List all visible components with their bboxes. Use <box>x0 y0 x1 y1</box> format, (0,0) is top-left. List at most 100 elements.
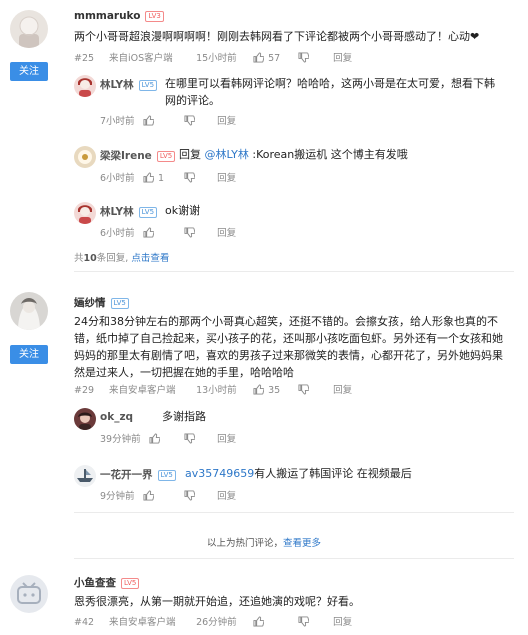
follow-button[interactable]: 关注 <box>10 345 48 364</box>
reply-body: :Korean搬运机 这个博主有发哦 <box>252 148 408 161</box>
thumbs-down-icon[interactable] <box>184 433 196 444</box>
level-badge: LV5 <box>156 151 176 162</box>
like-count: 1 <box>158 173 165 184</box>
avatar[interactable] <box>74 408 96 430</box>
reply-button[interactable]: 回复 <box>333 614 352 628</box>
username-text[interactable]: 梁梁Irene <box>100 150 152 162</box>
avatar[interactable] <box>74 202 96 224</box>
avatar[interactable] <box>74 75 96 97</box>
level-badge: LV5 <box>138 80 158 91</box>
view-more-link[interactable]: 查看更多 <box>283 535 321 549</box>
dislike-button[interactable] <box>184 227 214 239</box>
reply-button[interactable]: 回复 <box>217 170 236 184</box>
thumbs-down-icon[interactable] <box>184 172 196 183</box>
thumbs-up-icon[interactable] <box>143 227 155 238</box>
like-button[interactable]: 57 <box>253 52 295 64</box>
reply-body: 有人搬运了韩国评论 在视频最后 <box>254 467 412 480</box>
username-text[interactable]: 林LY林 <box>100 206 134 218</box>
timestamp: 15小时前 <box>196 53 237 64</box>
more-suffix: 条回复, <box>96 253 129 264</box>
username[interactable]: 小鱼查查 LV5 <box>74 575 140 590</box>
reply-username[interactable]: ok_zq <box>100 411 133 423</box>
timestamp: 6小时前 <box>100 173 135 184</box>
thumbs-up-icon[interactable] <box>253 384 265 395</box>
like-button[interactable] <box>143 227 181 239</box>
reply-button[interactable]: 回复 <box>217 431 236 445</box>
level-badge: LV5 <box>157 470 176 481</box>
view-more-replies: 共10条回复, 点击查看 <box>74 250 169 264</box>
thumbs-down-icon[interactable] <box>184 115 196 126</box>
reply-username[interactable]: 梁梁Irene LV5 <box>100 148 176 163</box>
reply-text: av35749659有人搬运了韩国评论 在视频最后 <box>185 465 412 482</box>
like-button[interactable] <box>143 115 181 127</box>
thumbs-down-icon[interactable] <box>298 384 310 395</box>
thumbs-up-icon[interactable] <box>143 115 155 126</box>
username-text[interactable]: 婳纱情 <box>74 297 106 309</box>
timestamp: 7小时前 <box>100 116 135 127</box>
avatar[interactable] <box>10 10 48 48</box>
reply-text: ok谢谢 <box>165 204 201 217</box>
follow-button[interactable]: 关注 <box>10 62 48 81</box>
reply-button[interactable]: 回复 <box>333 382 352 396</box>
timestamp: 9分钟前 <box>100 491 135 502</box>
like-button[interactable] <box>143 490 181 502</box>
thumbs-down-icon[interactable] <box>298 616 310 627</box>
thumbs-down-icon[interactable] <box>184 227 196 238</box>
thumbs-up-icon[interactable] <box>253 52 265 63</box>
dislike-button[interactable] <box>298 616 330 628</box>
avatar[interactable] <box>10 575 48 613</box>
username-text[interactable]: mmmaruko <box>74 10 140 22</box>
timestamp: 26分钟前 <box>196 617 237 628</box>
like-count: 35 <box>268 385 281 396</box>
username-text[interactable]: 林LY林 <box>100 79 134 91</box>
like-count: 57 <box>268 53 281 64</box>
reply-button[interactable]: 回复 <box>217 113 236 127</box>
like-button[interactable] <box>149 433 181 445</box>
comment-meta: #25 来自iOS客户端 15小时前 57 回复 <box>74 50 352 64</box>
thumbs-up-icon[interactable] <box>149 433 161 444</box>
like-button[interactable]: 1 <box>143 172 181 184</box>
username[interactable]: mmmaruko LV3 <box>74 10 164 22</box>
comment-text: 两个小哥哥超浪漫啊啊啊啊！刚刚去韩网看了下评论都被两个小哥哥感动了！心动❤ <box>74 30 480 43</box>
reply-button[interactable]: 回复 <box>217 488 236 502</box>
reply-username[interactable]: 一花开一界 LV5 <box>100 467 176 482</box>
thumbs-down-icon[interactable] <box>298 52 310 63</box>
thumbs-down-icon[interactable] <box>184 490 196 501</box>
avatar[interactable] <box>10 292 48 330</box>
reply-meta: 6小时前 回复 <box>100 225 236 239</box>
reply-username[interactable]: 林LY林 LV5 <box>100 204 158 219</box>
thumbs-up-icon[interactable] <box>253 616 265 627</box>
username-text[interactable]: 一花开一界 <box>100 469 153 481</box>
dislike-button[interactable] <box>184 490 214 502</box>
reply-meta: 6小时前 1 回复 <box>100 170 236 184</box>
dislike-button[interactable] <box>184 172 214 184</box>
hot-footer-text: 以上为热门评论， <box>206 538 283 549</box>
comment-meta: #29 来自安卓客户端 13小时前 35 回复 <box>74 382 352 396</box>
dislike-button[interactable] <box>184 115 214 127</box>
dislike-button[interactable] <box>298 52 330 64</box>
level-badge: LV5 <box>110 298 129 309</box>
avatar[interactable] <box>74 465 96 487</box>
divider <box>74 558 514 559</box>
username-text[interactable]: 小鱼查查 <box>74 577 116 589</box>
reply-text: 回复 @林LY林 :Korean搬运机 这个博主有发哦 <box>179 146 509 163</box>
client-source: 来自iOS客户端 <box>109 53 173 64</box>
thumbs-up-icon[interactable] <box>143 172 155 183</box>
username[interactable]: 婳纱情 LV5 <box>74 295 129 310</box>
like-button[interactable] <box>253 616 295 628</box>
floor-number: #25 <box>74 53 95 64</box>
reply-button[interactable]: 回复 <box>333 50 352 64</box>
video-link[interactable]: av35749659 <box>185 467 254 480</box>
reply-prefix: 回复 <box>179 148 201 161</box>
dislike-button[interactable] <box>298 384 330 396</box>
thumbs-up-icon[interactable] <box>143 490 155 501</box>
client-source: 来自安卓客户端 <box>109 385 176 396</box>
reply-username[interactable]: 林LY林 LV5 <box>100 77 158 92</box>
reply-meta: 9分钟前 回复 <box>100 488 236 502</box>
view-replies-link[interactable]: 点击查看 <box>131 250 169 264</box>
dislike-button[interactable] <box>184 433 214 445</box>
reply-button[interactable]: 回复 <box>217 225 236 239</box>
avatar[interactable] <box>74 146 96 168</box>
like-button[interactable]: 35 <box>253 384 295 396</box>
mention-link[interactable]: @林LY林 <box>205 148 249 161</box>
